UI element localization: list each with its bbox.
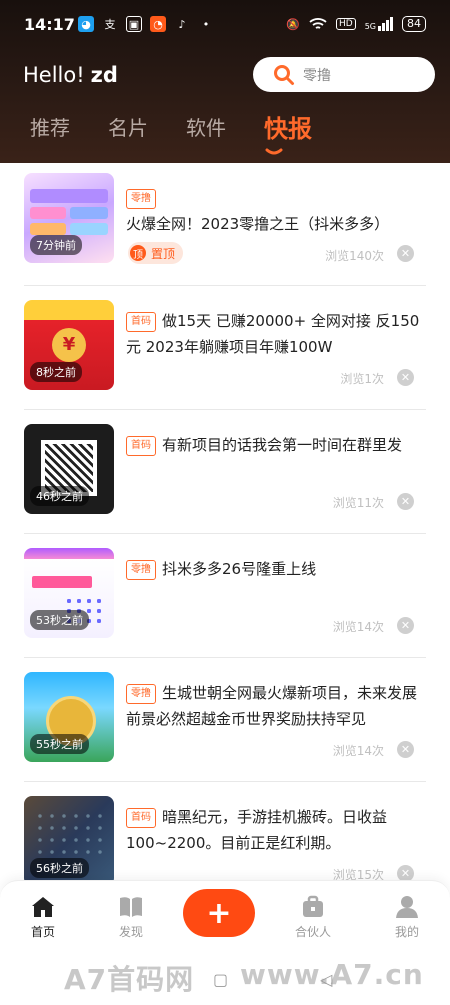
feed-tag: 零撸: [126, 560, 156, 580]
tab-cards[interactable]: 名片: [108, 112, 148, 147]
system-home-icon[interactable]: ▢: [213, 970, 228, 989]
feed-title: 零撸火爆全网！2023零撸之王（抖米多多）: [126, 185, 424, 237]
qq-icon: ◕: [78, 16, 94, 32]
dismiss-icon[interactable]: ✕: [397, 245, 414, 262]
news-feed: 7分钟前 零撸火爆全网！2023零撸之王（抖米多多） 顶置顶 浏览140次 ✕ …: [0, 163, 450, 906]
feed-title: 首码 做15天 已赚20000+ 全网对接 反150元 2023年躺赚项目年赚10…: [126, 308, 424, 360]
username: zd: [90, 63, 118, 87]
feed-thumbnail: 46秒之前: [24, 424, 114, 514]
search-icon: [274, 64, 294, 85]
feed-thumbnail: ¥ 8秒之前: [24, 300, 114, 390]
dismiss-icon[interactable]: ✕: [397, 741, 414, 758]
search-placeholder: 零撸: [303, 67, 331, 84]
nav-discover[interactable]: 发现: [96, 895, 166, 940]
feed-item[interactable]: 53秒之前 零撸 抖米多多26号隆重上线 浏览14次 ✕: [24, 534, 426, 658]
feed-title: 零撸 生城世朝全网最火爆新项目，未来发展前景必然超越金币世界奖励扶持罕见: [126, 680, 424, 732]
feed-thumbnail: 56秒之前: [24, 796, 114, 886]
add-button[interactable]: +: [183, 889, 255, 937]
nav-partner-label: 合伙人: [294, 925, 331, 939]
view-count: 浏览14次: [332, 620, 384, 634]
briefcase-icon: [303, 895, 323, 917]
feed-title: 首码 有新项目的话我会第一时间在群里发: [126, 432, 424, 458]
pinned-badge: 顶置顶: [128, 242, 184, 264]
feed-time-label: 55秒之前: [30, 734, 89, 754]
view-count: 浏览14次: [332, 744, 384, 758]
feed-title-text: 抖米多多26号隆重上线: [162, 560, 317, 578]
view-count: 浏览140次: [325, 249, 384, 263]
greeting-prefix: Hello!: [23, 63, 85, 87]
more-dot-icon: •: [202, 17, 210, 31]
feed-item[interactable]: ¥ 8秒之前 首码 做15天 已赚20000+ 全网对接 反150元 2023年躺…: [24, 286, 426, 410]
hd-icon: HD: [336, 18, 356, 30]
feed-time-label: 7分钟前: [30, 235, 82, 255]
feed-title-text: 做15天 已赚20000+ 全网对接 反150元 2023年躺赚项目年赚100W: [126, 312, 420, 356]
tab-software[interactable]: 软件: [186, 112, 226, 147]
feed-title-text: 生城世朝全网最火爆新项目，未来发展前景必然超越金币世界奖励扶持罕见: [126, 684, 418, 728]
nav-mine[interactable]: 我的: [372, 895, 442, 940]
book-icon: [120, 897, 142, 917]
signal-icon: 5G: [365, 17, 393, 31]
network-type: 5G: [364, 22, 376, 31]
nav-partner[interactable]: 合伙人: [278, 895, 348, 940]
active-tab-indicator: [265, 148, 283, 155]
nav-mine-label: 我的: [394, 925, 419, 939]
dismiss-icon[interactable]: ✕: [397, 369, 414, 386]
user-icon: [396, 896, 418, 918]
tab-recommend[interactable]: 推荐: [30, 112, 70, 147]
dismiss-icon[interactable]: ✕: [397, 493, 414, 510]
feed-tag: 首码: [126, 808, 156, 828]
feed-item[interactable]: 46秒之前 首码 有新项目的话我会第一时间在群里发 浏览11次 ✕: [24, 410, 426, 534]
feed-title: 零撸 抖米多多26号隆重上线: [126, 556, 424, 582]
feed-thumbnail: 7分钟前: [24, 173, 114, 263]
nav-discover-label: 发现: [118, 925, 143, 939]
feed-title: 首码 暗黑纪元，手游挂机搬砖。日收益100~2200。目前正是红利期。: [126, 804, 424, 856]
feed-title-text: 火爆全网！2023零撸之王（抖米多多）: [126, 215, 390, 233]
watermark-left: A7首码网: [64, 963, 195, 996]
feed-tag: 首码: [126, 312, 156, 332]
app-header: 14:17 ◕ 支 ▣ ◔ ♪ • 🔕 HD 5G 84 Hello! zd 零撸…: [0, 0, 450, 163]
battery-indicator: 84: [402, 16, 426, 32]
pin-icon: 顶: [130, 245, 146, 261]
feed-time-label: 46秒之前: [30, 486, 89, 506]
nav-home[interactable]: 首页: [8, 895, 78, 940]
watermark: A7首码网 ▢ www.A7.cn ◁: [0, 952, 450, 1005]
feed-tag: 零撸: [126, 189, 156, 209]
feed-title-text: 暗黑纪元，手游挂机搬砖。日收益100~2200。目前正是红利期。: [126, 808, 388, 852]
feed-time-label: 53秒之前: [30, 610, 89, 630]
feed-thumbnail: 53秒之前: [24, 548, 114, 638]
status-bar: 14:17 ◕ 支 ▣ ◔ ♪ • 🔕 HD 5G 84: [0, 0, 450, 52]
feed-tag: 零撸: [126, 684, 156, 704]
feed-title-text: 有新项目的话我会第一时间在群里发: [162, 436, 403, 454]
status-time: 14:17: [24, 15, 75, 34]
feed-time-label: 8秒之前: [30, 362, 82, 382]
feed-item[interactable]: 7分钟前 零撸火爆全网！2023零撸之王（抖米多多） 顶置顶 浏览140次 ✕: [24, 163, 426, 286]
feed-tag: 首码: [126, 436, 156, 456]
feed-item[interactable]: 55秒之前 零撸 生城世朝全网最火爆新项目，未来发展前景必然超越金币世界奖励扶持罕…: [24, 658, 426, 782]
app-icon: ▣: [126, 16, 142, 32]
nav-home-label: 首页: [30, 925, 55, 939]
feed-time-label: 56秒之前: [30, 858, 89, 878]
greeting: Hello! zd: [23, 63, 118, 87]
wifi-icon: [309, 18, 327, 29]
status-notification-icons: ◕ 支 ▣ ◔ ♪ •: [78, 16, 214, 32]
view-count: 浏览1次: [340, 372, 384, 386]
alipay-icon: 支: [104, 18, 116, 31]
tab-news[interactable]: 快报: [264, 109, 312, 144]
mute-icon: 🔕: [286, 17, 300, 31]
system-back-icon[interactable]: ◁: [320, 970, 332, 989]
app-orange-icon: ◔: [150, 16, 166, 32]
view-count: 浏览11次: [332, 496, 384, 510]
dismiss-icon[interactable]: ✕: [397, 617, 414, 634]
pinned-label: 置顶: [151, 246, 176, 261]
status-system-icons: 🔕 HD 5G 84: [286, 16, 426, 32]
home-icon: [32, 897, 54, 917]
category-tabs: 推荐 名片 软件 快报: [30, 112, 312, 147]
feed-thumbnail: 55秒之前: [24, 672, 114, 762]
search-input[interactable]: 零撸: [253, 57, 435, 92]
tiktok-icon: ♪: [178, 17, 186, 31]
